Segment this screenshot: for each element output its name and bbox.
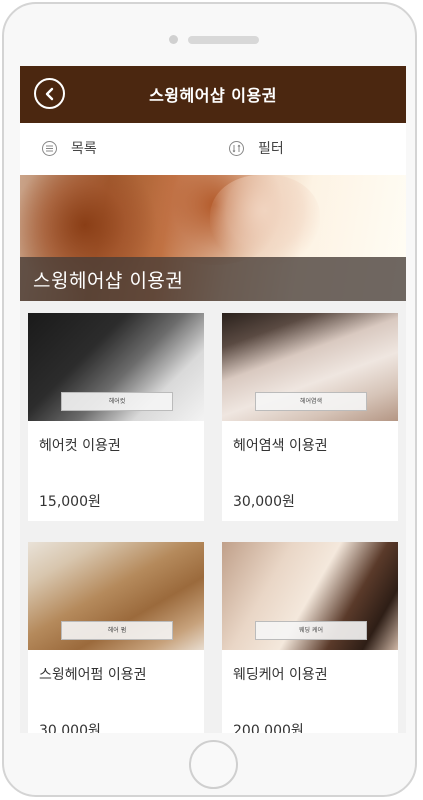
product-name: 헤어컷 이용권 xyxy=(39,438,121,454)
page-title: 스윙헤어샵 이용권 xyxy=(149,86,277,105)
product-image-tag: 웨딩 케어 xyxy=(255,621,367,640)
product-card[interactable]: 헤어 펌 스윙헤어펌 이용권 30,000원 xyxy=(28,542,204,733)
product-image: 웨딩 케어 xyxy=(222,542,398,650)
banner-caption: 스윙헤어샵 이용권 xyxy=(20,257,406,301)
product-name: 스윙헤어펌 이용권 xyxy=(39,667,147,683)
list-label: 목록 xyxy=(71,141,97,157)
filter-button[interactable]: 필터 xyxy=(229,138,284,158)
product-image: 헤어 펌 xyxy=(28,542,204,650)
product-price: 15,000원 xyxy=(39,494,101,510)
product-price: 30,000원 xyxy=(39,723,101,733)
product-image-tag: 헤어염색 xyxy=(255,392,367,411)
product-image: 헤어염색 xyxy=(222,313,398,421)
product-price: 30,000원 xyxy=(233,494,295,510)
product-image-tag: 헤어 펌 xyxy=(61,621,173,640)
app-screen: 스윙헤어샵 이용권 목록 필터 스윙헤어샵 이용권 헤어컷 헤어컷 이용권 15… xyxy=(20,66,406,733)
product-name: 웨딩케어 이용권 xyxy=(233,667,328,683)
filter-label: 필터 xyxy=(258,141,284,157)
list-button[interactable]: 목록 xyxy=(42,138,97,158)
list-icon xyxy=(42,140,57,156)
product-card[interactable]: 헤어염색 헤어염색 이용권 30,000원 xyxy=(222,313,398,521)
product-price: 200,000원 xyxy=(233,723,304,733)
toolbar: 목록 필터 xyxy=(20,123,406,175)
filter-icon xyxy=(229,140,244,156)
front-camera xyxy=(169,35,178,44)
banner-image-face xyxy=(210,175,320,265)
speaker-grille xyxy=(188,36,259,44)
home-button[interactable] xyxy=(189,740,238,789)
product-card[interactable]: 웨딩 케어 웨딩케어 이용권 200,000원 xyxy=(222,542,398,733)
product-image-tag: 헤어컷 xyxy=(61,392,173,411)
product-image: 헤어컷 xyxy=(28,313,204,421)
hero-banner[interactable]: 스윙헤어샵 이용권 xyxy=(20,175,406,301)
product-card[interactable]: 헤어컷 헤어컷 이용권 15,000원 xyxy=(28,313,204,521)
app-header: 스윙헤어샵 이용권 xyxy=(20,66,406,123)
product-name: 헤어염색 이용권 xyxy=(233,438,328,454)
